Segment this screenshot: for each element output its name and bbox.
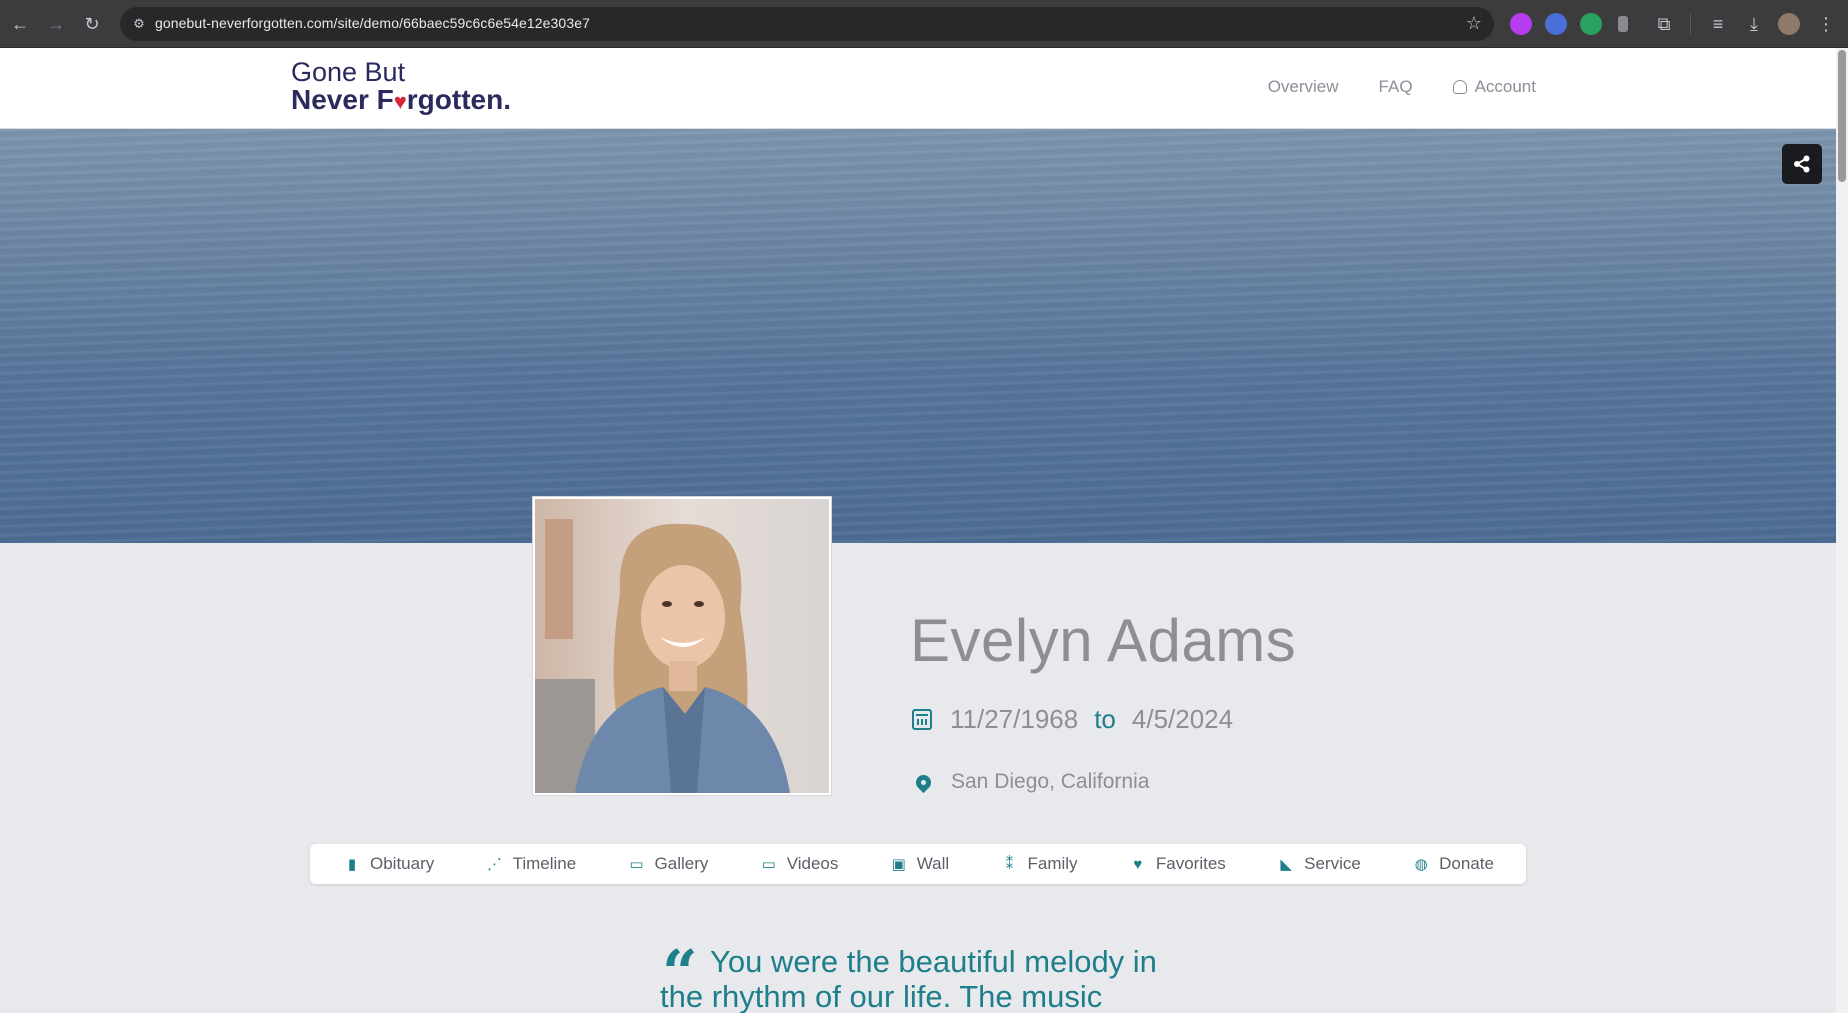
birth-date: 11/27/1968: [950, 704, 1079, 734]
menu-kebab-icon[interactable]: ⋮: [1814, 12, 1838, 36]
main-nav: Overview FAQ Account: [1268, 77, 1536, 97]
tab-videos[interactable]: ▭ Videos: [759, 854, 839, 874]
nav-account-label: Account: [1474, 77, 1536, 96]
tab-gallery[interactable]: ▭ Gallery: [627, 854, 709, 874]
video-camera-icon: ▭: [761, 855, 776, 873]
tab-timeline[interactable]: ⋰ Timeline: [485, 854, 577, 874]
site-info-icon[interactable]: ⚙: [130, 15, 148, 33]
browser-toolbar: ← → ↻ ⚙ gonebut-neverforgotten.com/site/…: [0, 0, 1848, 48]
tab-label: Family: [1027, 854, 1078, 873]
profile-photo: [532, 496, 832, 796]
book-icon: ▮: [347, 855, 357, 873]
donate-icon: ◍: [1414, 855, 1428, 873]
logo-line-1: Gone But: [291, 57, 406, 87]
tab-label: Gallery: [654, 854, 709, 873]
tab-label: Wall: [916, 854, 950, 873]
tab-label: Videos: [786, 854, 839, 873]
hero-banner-ocean: [0, 129, 1836, 543]
reload-icon[interactable]: ↻: [80, 12, 104, 36]
bookmark-star-icon[interactable]: ☆: [1466, 13, 1482, 34]
person-name: Evelyn Adams: [910, 607, 1297, 674]
service-icon: ◣: [1280, 855, 1292, 873]
tab-wall[interactable]: ▣ Wall: [889, 854, 950, 874]
site-header: Gone But Never F♥rgotten. Overview FAQ A…: [0, 48, 1836, 129]
extensions-puzzle-icon[interactable]: ⧉: [1652, 12, 1676, 36]
tab-label: Donate: [1439, 854, 1494, 873]
wall-icon: ▣: [891, 855, 906, 873]
extension-icon[interactable]: [1580, 13, 1602, 35]
tab-label: Obituary: [370, 854, 435, 873]
forward-icon[interactable]: →: [44, 12, 68, 36]
nav-overview[interactable]: Overview: [1268, 77, 1339, 97]
tab-family[interactable]: ⁑ Family: [999, 854, 1078, 874]
media-control-icon[interactable]: ≡: [1706, 12, 1730, 36]
tab-service[interactable]: ◣ Service: [1276, 854, 1361, 874]
tab-donate[interactable]: ◍ Donate: [1411, 854, 1494, 874]
nav-account[interactable]: Account: [1452, 77, 1536, 97]
download-icon[interactable]: ⤓: [1742, 12, 1766, 36]
site-logo[interactable]: Gone But Never F♥rgotten.: [291, 58, 511, 116]
profile-avatar-icon[interactable]: [1778, 13, 1800, 35]
toolbar-divider: [1690, 14, 1691, 34]
calendar-icon: [912, 709, 932, 730]
extension-icon[interactable]: [1618, 16, 1628, 32]
memorial-quote: “ You were the beautiful melody in the r…: [660, 936, 1180, 1013]
memorial-tabs: ▮ Obituary ⋰ Timeline ▭ Gallery ▭ Videos ▣ Wa…: [310, 844, 1526, 884]
extension-icon[interactable]: [1510, 13, 1532, 35]
url-text[interactable]: gonebut-neverforgotten.com/site/demo/66b…: [155, 15, 590, 31]
family-icon: ⁑: [1005, 855, 1014, 873]
map-pin-icon: [912, 771, 935, 793]
scrollbar-thumb[interactable]: [1838, 50, 1846, 182]
heart-icon: ♥: [393, 89, 407, 114]
timeline-icon: ⋰: [487, 855, 503, 873]
page-scrollbar[interactable]: [1836, 48, 1848, 1013]
logo-line-2: Never F♥rgotten.: [291, 84, 511, 115]
gallery-icon: ▭: [629, 855, 644, 873]
death-date: 4/5/2024: [1131, 704, 1234, 734]
extension-icon[interactable]: [1545, 13, 1567, 35]
share-icon: [1794, 155, 1810, 173]
user-icon: [1452, 80, 1467, 94]
portrait-image: [535, 499, 829, 793]
nav-faq[interactable]: FAQ: [1379, 77, 1413, 97]
address-bar[interactable]: ⚙ gonebut-neverforgotten.com/site/demo/6…: [120, 7, 1494, 41]
date-separator: to: [1094, 704, 1116, 734]
tab-obituary[interactable]: ▮ Obituary: [342, 854, 434, 874]
location-text: San Diego, California: [951, 770, 1150, 793]
life-dates: 11/27/1968 to 4/5/2024: [912, 704, 1233, 735]
share-button[interactable]: [1782, 144, 1822, 184]
tab-label: Timeline: [512, 854, 577, 873]
back-icon[interactable]: ←: [8, 12, 32, 36]
tab-favorites[interactable]: ♥ Favorites: [1128, 854, 1226, 874]
quote-mark-icon: “: [662, 936, 698, 1009]
quote-text: You were the beautiful melody in the rhy…: [660, 944, 1157, 1013]
tab-label: Favorites: [1155, 854, 1226, 873]
location: San Diego, California: [912, 770, 1149, 794]
tab-label: Service: [1304, 854, 1361, 873]
heart-icon: ♥: [1133, 855, 1143, 873]
